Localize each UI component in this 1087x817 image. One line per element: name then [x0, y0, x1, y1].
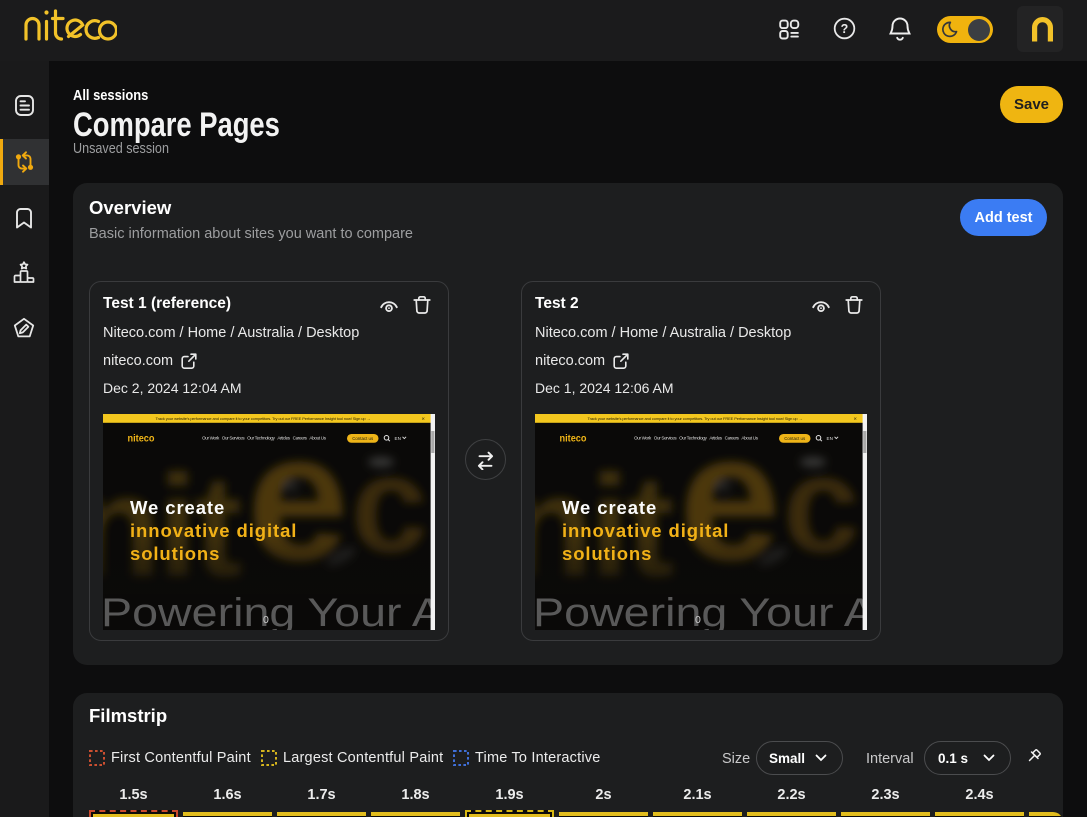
svg-text:?: ?	[841, 22, 849, 36]
